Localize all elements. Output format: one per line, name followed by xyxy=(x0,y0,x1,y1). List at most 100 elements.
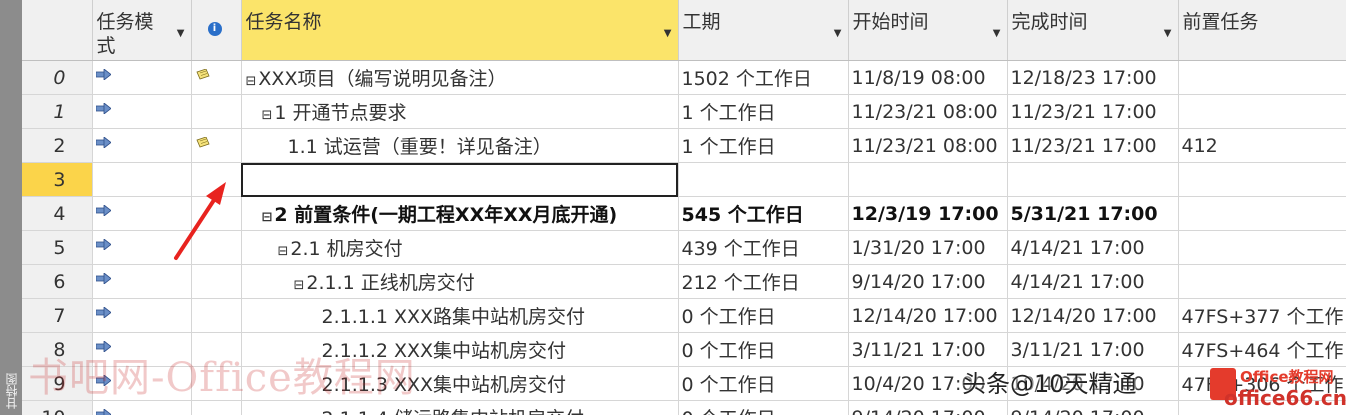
duration-cell[interactable]: 0 个工作日 xyxy=(678,298,849,333)
start-cell[interactable]: 11/23/21 08:00 xyxy=(848,94,1008,129)
task-row[interactable]: 4 ⊟ 2 前置条件(一期工程XX年XX月底开通) 545 个工作日 12/3/19 1… xyxy=(22,196,1346,231)
indicator-cell[interactable] xyxy=(191,94,242,129)
task-mode-cell[interactable] xyxy=(92,128,192,163)
start-cell[interactable]: 9/14/20 17:00 xyxy=(848,400,1008,415)
task-mode-cell[interactable] xyxy=(92,60,192,95)
task-row[interactable]: 1 ⊟ 1 开通节点要求 1 个工作日 11/23/21 08:00 11/23/21 1… xyxy=(22,94,1346,129)
collapse-icon[interactable]: ⊟ xyxy=(262,210,273,225)
task-name-cell[interactable]: ⊟ 2.1 机房交付 xyxy=(241,230,679,265)
duration-cell[interactable] xyxy=(678,162,849,197)
predecessors-cell[interactable]: 47FS+464 个工作日 xyxy=(1178,332,1346,367)
task-row[interactable]: 7 2.1.1.1 XXX路集中站机房交付 0 个工作日 12/14/20 17:00… xyxy=(22,298,1346,333)
chevron-down-icon[interactable]: ▼ xyxy=(1164,28,1172,39)
start-cell[interactable]: 11/8/19 08:00 xyxy=(848,60,1008,95)
task-name-cell[interactable] xyxy=(241,162,679,197)
task-name-cell[interactable]: 1.1 试运营（重要！详见备注） xyxy=(241,128,679,163)
indicator-cell[interactable] xyxy=(191,60,242,95)
duration-cell[interactable]: 545 个工作日 xyxy=(678,196,849,231)
predecessors-cell[interactable] xyxy=(1178,230,1346,265)
row-number[interactable]: 0 xyxy=(22,60,93,95)
row-number[interactable]: 5 xyxy=(22,230,93,265)
duration-cell[interactable]: 212 个工作日 xyxy=(678,264,849,299)
start-cell[interactable]: 12/14/20 17:00 xyxy=(848,298,1008,333)
duration-cell[interactable]: 1502 个工作日 xyxy=(678,60,849,95)
row-number[interactable]: 3 xyxy=(22,162,93,197)
predecessors-cell[interactable] xyxy=(1178,162,1346,197)
column-header-finish[interactable]: 完成时间 ▼ xyxy=(1007,0,1179,61)
start-cell[interactable]: 12/3/19 17:00 xyxy=(848,196,1008,231)
row-number[interactable]: 6 xyxy=(22,264,93,299)
task-row[interactable]: 5 ⊟ 2.1 机房交付 439 个工作日 1/31/20 17:00 4/14/21 1… xyxy=(22,230,1346,265)
indicator-cell[interactable] xyxy=(191,230,242,265)
collapse-icon[interactable]: ⊟ xyxy=(262,108,273,123)
finish-cell[interactable]: 9/14/20 17:00 xyxy=(1007,400,1179,415)
predecessors-cell[interactable] xyxy=(1178,94,1346,129)
duration-cell[interactable]: 0 个工作日 xyxy=(678,366,849,401)
task-mode-cell[interactable] xyxy=(92,196,192,231)
duration-cell[interactable]: 0 个工作日 xyxy=(678,332,849,367)
finish-cell[interactable]: 12/18/23 17:00 xyxy=(1007,60,1179,95)
column-header-start[interactable]: 开始时间 ▼ xyxy=(848,0,1008,61)
start-cell[interactable] xyxy=(848,162,1008,197)
start-cell[interactable]: 9/14/20 17:00 xyxy=(848,264,1008,299)
chevron-down-icon[interactable]: ▼ xyxy=(664,28,672,39)
start-cell[interactable]: 3/11/21 17:00 xyxy=(848,332,1008,367)
finish-cell[interactable]: 11/23/21 17:00 xyxy=(1007,128,1179,163)
indicator-cell[interactable] xyxy=(191,264,242,299)
gantt-view-label[interactable]: 甘特图 xyxy=(3,373,20,409)
collapse-icon[interactable]: ⊟ xyxy=(246,74,257,89)
column-header-info[interactable]: i xyxy=(191,0,242,61)
duration-cell[interactable]: 1 个工作日 xyxy=(678,94,849,129)
task-name-cell[interactable]: ⊟ XXX项目（编写说明见备注） xyxy=(241,60,679,95)
duration-cell[interactable]: 1 个工作日 xyxy=(678,128,849,163)
column-header-predecessors[interactable]: 前置任务▼ xyxy=(1178,0,1346,61)
view-bar[interactable]: 甘特图 xyxy=(0,0,22,415)
collapse-icon[interactable]: ⊟ xyxy=(278,244,289,259)
row-number[interactable]: 1 xyxy=(22,94,93,129)
task-mode-cell[interactable] xyxy=(92,94,192,129)
indicator-cell[interactable] xyxy=(191,128,242,163)
task-mode-cell[interactable] xyxy=(92,298,192,333)
predecessors-cell[interactable] xyxy=(1178,264,1346,299)
predecessors-cell[interactable]: 47FS+377 个工作日 xyxy=(1178,298,1346,333)
indicator-cell[interactable] xyxy=(191,162,242,197)
task-row[interactable]: 2 1.1 试运营（重要！详见备注） 1 个工作日 11/23/21 08:00 11/… xyxy=(22,128,1346,163)
chevron-down-icon[interactable]: ▼ xyxy=(834,28,842,39)
task-mode-cell[interactable] xyxy=(92,230,192,265)
task-name-cell[interactable]: 2.1.1.1 XXX路集中站机房交付 xyxy=(241,298,679,333)
task-row[interactable]: 0 ⊟ XXX项目（编写说明见备注） 1502 个工作日 11/8/19 08:00 12… xyxy=(22,60,1346,95)
finish-cell[interactable]: 4/14/21 17:00 xyxy=(1007,264,1179,299)
finish-cell[interactable] xyxy=(1007,162,1179,197)
row-number[interactable]: 2 xyxy=(22,128,93,163)
chevron-down-icon[interactable]: ▼ xyxy=(177,28,185,39)
column-header-mode[interactable]: 任务模式 ▼ xyxy=(92,0,192,61)
start-cell[interactable]: 1/31/20 17:00 xyxy=(848,230,1008,265)
indicator-cell[interactable] xyxy=(191,196,242,231)
task-name-cell[interactable]: ⊟ 2.1.1 正线机房交付 xyxy=(241,264,679,299)
finish-cell[interactable]: 12/14/20 17:00 xyxy=(1007,298,1179,333)
select-all-corner[interactable] xyxy=(22,0,93,61)
column-header-name[interactable]: 任务名称 ▼ xyxy=(241,0,679,61)
start-cell[interactable]: 11/23/21 08:00 xyxy=(848,128,1008,163)
predecessors-cell[interactable]: 412 xyxy=(1178,128,1346,163)
column-header-duration[interactable]: 工期 ▼ xyxy=(678,0,849,61)
duration-cell[interactable]: 0 个工作日 xyxy=(678,400,849,415)
collapse-icon[interactable]: ⊟ xyxy=(294,278,305,293)
note-icon[interactable] xyxy=(195,137,210,148)
finish-cell[interactable]: 11/23/21 17:00 xyxy=(1007,94,1179,129)
duration-cell[interactable]: 439 个工作日 xyxy=(678,230,849,265)
finish-cell[interactable]: 3/11/21 17:00 xyxy=(1007,332,1179,367)
task-row[interactable]: 6 ⊟ 2.1.1 正线机房交付 212 个工作日 9/14/20 17:00 4/14/… xyxy=(22,264,1346,299)
task-name-cell[interactable]: ⊟ 1 开通节点要求 xyxy=(241,94,679,129)
row-number[interactable]: 4 xyxy=(22,196,93,231)
row-number[interactable]: 7 xyxy=(22,298,93,333)
note-icon[interactable] xyxy=(195,69,210,80)
chevron-down-icon[interactable]: ▼ xyxy=(993,28,1001,39)
predecessors-cell[interactable] xyxy=(1178,60,1346,95)
task-row[interactable]: 3 xyxy=(22,162,1346,197)
task-mode-cell[interactable] xyxy=(92,264,192,299)
finish-cell[interactable]: 5/31/21 17:00 xyxy=(1007,196,1179,231)
task-mode-cell[interactable] xyxy=(92,162,192,197)
finish-cell[interactable]: 4/14/21 17:00 xyxy=(1007,230,1179,265)
indicator-cell[interactable] xyxy=(191,298,242,333)
